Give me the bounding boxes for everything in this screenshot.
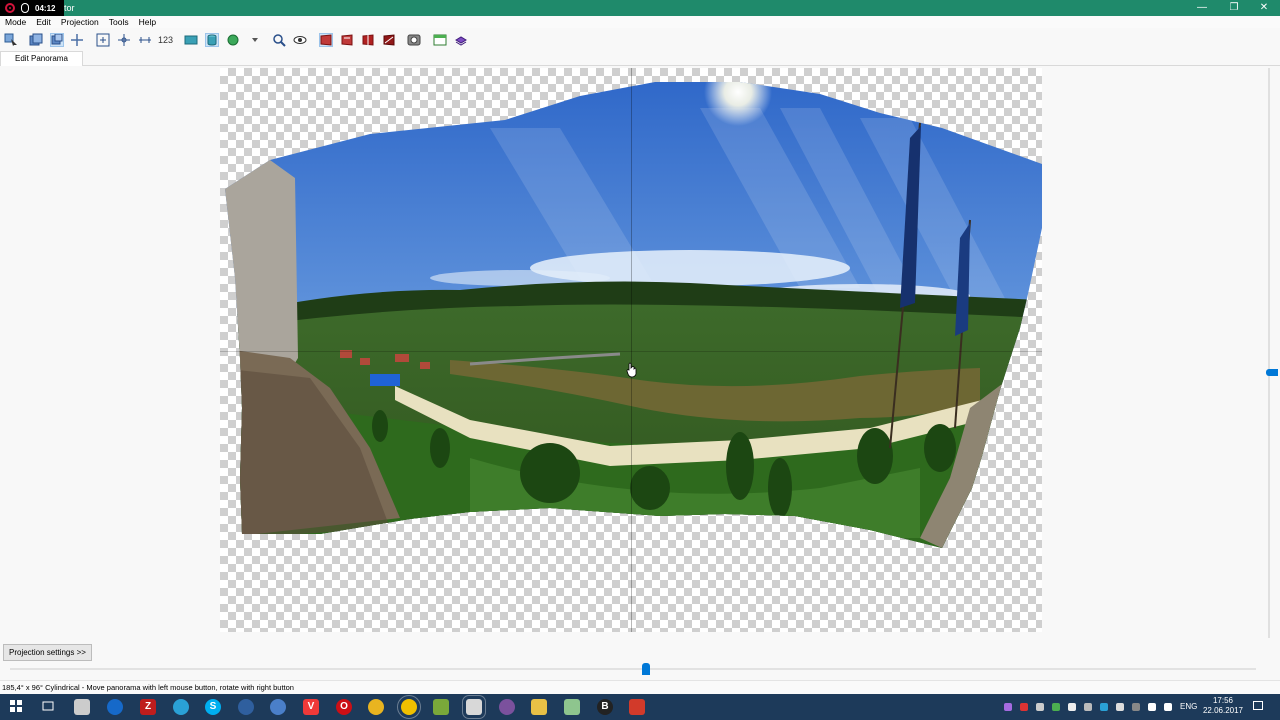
spherical-projection-icon[interactable] <box>226 33 240 47</box>
move-drag-icon[interactable] <box>50 33 64 47</box>
telegram-icon[interactable] <box>173 699 189 715</box>
menu-edit[interactable]: Edit <box>31 16 56 28</box>
vertical-slider-handle[interactable] <box>1266 369 1278 376</box>
tray-cloud-icon[interactable] <box>1052 703 1060 711</box>
vertical-scrollbar[interactable] <box>1268 68 1270 638</box>
recording-time: 04:12 <box>35 3 56 13</box>
uplay-icon[interactable] <box>107 699 123 715</box>
crop-icon[interactable] <box>70 33 84 47</box>
plant-app-icon[interactable] <box>433 699 449 715</box>
tab-edit-panorama[interactable]: Edit Panorama <box>0 51 83 66</box>
projection-dropdown-icon[interactable] <box>248 33 262 47</box>
rectilinear-projection-icon[interactable] <box>184 33 198 47</box>
window-title: tor <box>64 3 75 13</box>
minimize-button[interactable]: — <box>1186 0 1218 16</box>
menu-bar: Mode Edit Projection Tools Help <box>0 16 1280 28</box>
overlap-mode-icon[interactable] <box>319 33 333 47</box>
chrome-icon[interactable] <box>368 699 384 715</box>
status-text: 185,4° x 96° Cylindrical - Move panorama… <box>2 683 294 692</box>
projection-settings-button[interactable]: Projection settings >> <box>3 644 92 661</box>
numbers-button[interactable]: 123 <box>158 35 173 45</box>
zoom-slider-track[interactable] <box>10 668 1256 670</box>
notification-center-icon[interactable] <box>1253 701 1263 710</box>
app-red-icon[interactable] <box>629 699 645 715</box>
stack-icon[interactable] <box>454 33 468 47</box>
menu-mode[interactable]: Mode <box>0 16 31 28</box>
cylindrical-projection-icon[interactable] <box>205 33 219 47</box>
horizontal-guide-line <box>220 351 1042 352</box>
maximize-button[interactable]: ❐ <box>1218 0 1250 16</box>
vertical-guide-line <box>631 68 632 632</box>
taskbar: Z S V O B ENG 17:56 22.06.2017 <box>0 694 1280 720</box>
file-manager-icon[interactable] <box>462 695 486 719</box>
tab-bar: Edit Panorama <box>0 51 1280 66</box>
opera-icon[interactable]: O <box>336 699 352 715</box>
record-icon <box>5 3 15 13</box>
language-indicator[interactable]: ENG <box>1180 702 1197 711</box>
fit-frame-icon[interactable] <box>96 33 110 47</box>
layout-mode-icon[interactable] <box>433 33 447 47</box>
tray-telegram-icon[interactable] <box>1100 703 1108 711</box>
skype-icon[interactable]: S <box>205 699 221 715</box>
seam-mode-icon[interactable] <box>361 33 375 47</box>
close-button[interactable]: ✕ <box>1248 0 1280 16</box>
thunderbird-icon[interactable] <box>238 699 254 715</box>
filezilla-icon[interactable]: Z <box>140 699 156 715</box>
task-view-icon[interactable] <box>40 699 56 715</box>
viber-icon[interactable] <box>499 699 515 715</box>
menu-help[interactable]: Help <box>134 16 161 28</box>
view-eye-icon[interactable] <box>293 33 307 47</box>
hand-cursor-icon <box>626 362 637 378</box>
folder-icon[interactable] <box>531 699 547 715</box>
start-button-icon[interactable] <box>8 699 24 715</box>
tray-sync-icon[interactable] <box>1036 703 1044 711</box>
b-app-icon[interactable]: B <box>597 699 613 715</box>
menu-tools[interactable]: Tools <box>104 16 134 28</box>
hugin-app-icon[interactable] <box>397 695 421 719</box>
toolbar: 123 <box>0 29 1280 52</box>
zoom-slider-thumb[interactable] <box>642 663 650 675</box>
title-bar: 04:12 tor — ❐ ✕ <box>0 0 1280 16</box>
volume-icon[interactable] <box>1164 703 1172 711</box>
tray-record-icon[interactable] <box>1020 703 1028 711</box>
tray-chevron-icon[interactable] <box>1132 703 1140 711</box>
center-icon[interactable] <box>117 33 131 47</box>
select-tool-icon[interactable] <box>4 33 18 47</box>
notepadpp-icon[interactable] <box>564 699 580 715</box>
clock-time: 17:56 <box>1212 696 1234 705</box>
tray-app-icon[interactable] <box>1004 703 1012 711</box>
clock-date: 22.06.2017 <box>1202 706 1244 715</box>
tray-keyboard-icon[interactable] <box>1084 703 1092 711</box>
tray-globe-icon[interactable] <box>1116 703 1124 711</box>
tray-opera-icon[interactable] <box>1068 703 1076 711</box>
clock[interactable]: 17:56 22.06.2017 <box>1200 696 1246 716</box>
zoom-icon[interactable] <box>272 33 286 47</box>
blend-mode-icon[interactable] <box>340 33 354 47</box>
nextcloud-icon[interactable] <box>270 699 286 715</box>
microphone-icon <box>21 3 29 13</box>
exposure-mode-icon[interactable] <box>382 33 396 47</box>
preview-images-icon[interactable] <box>29 33 43 47</box>
notepad-icon[interactable] <box>74 699 90 715</box>
vivaldi-icon[interactable]: V <box>303 699 319 715</box>
menu-projection[interactable]: Projection <box>56 16 104 28</box>
status-bar: 185,4° x 96° Cylindrical - Move panorama… <box>0 680 1280 694</box>
screen-recorder-indicator: 04:12 <box>0 0 64 16</box>
identify-icon[interactable] <box>407 33 421 47</box>
straighten-icon[interactable] <box>138 33 152 47</box>
network-icon[interactable] <box>1148 703 1156 711</box>
